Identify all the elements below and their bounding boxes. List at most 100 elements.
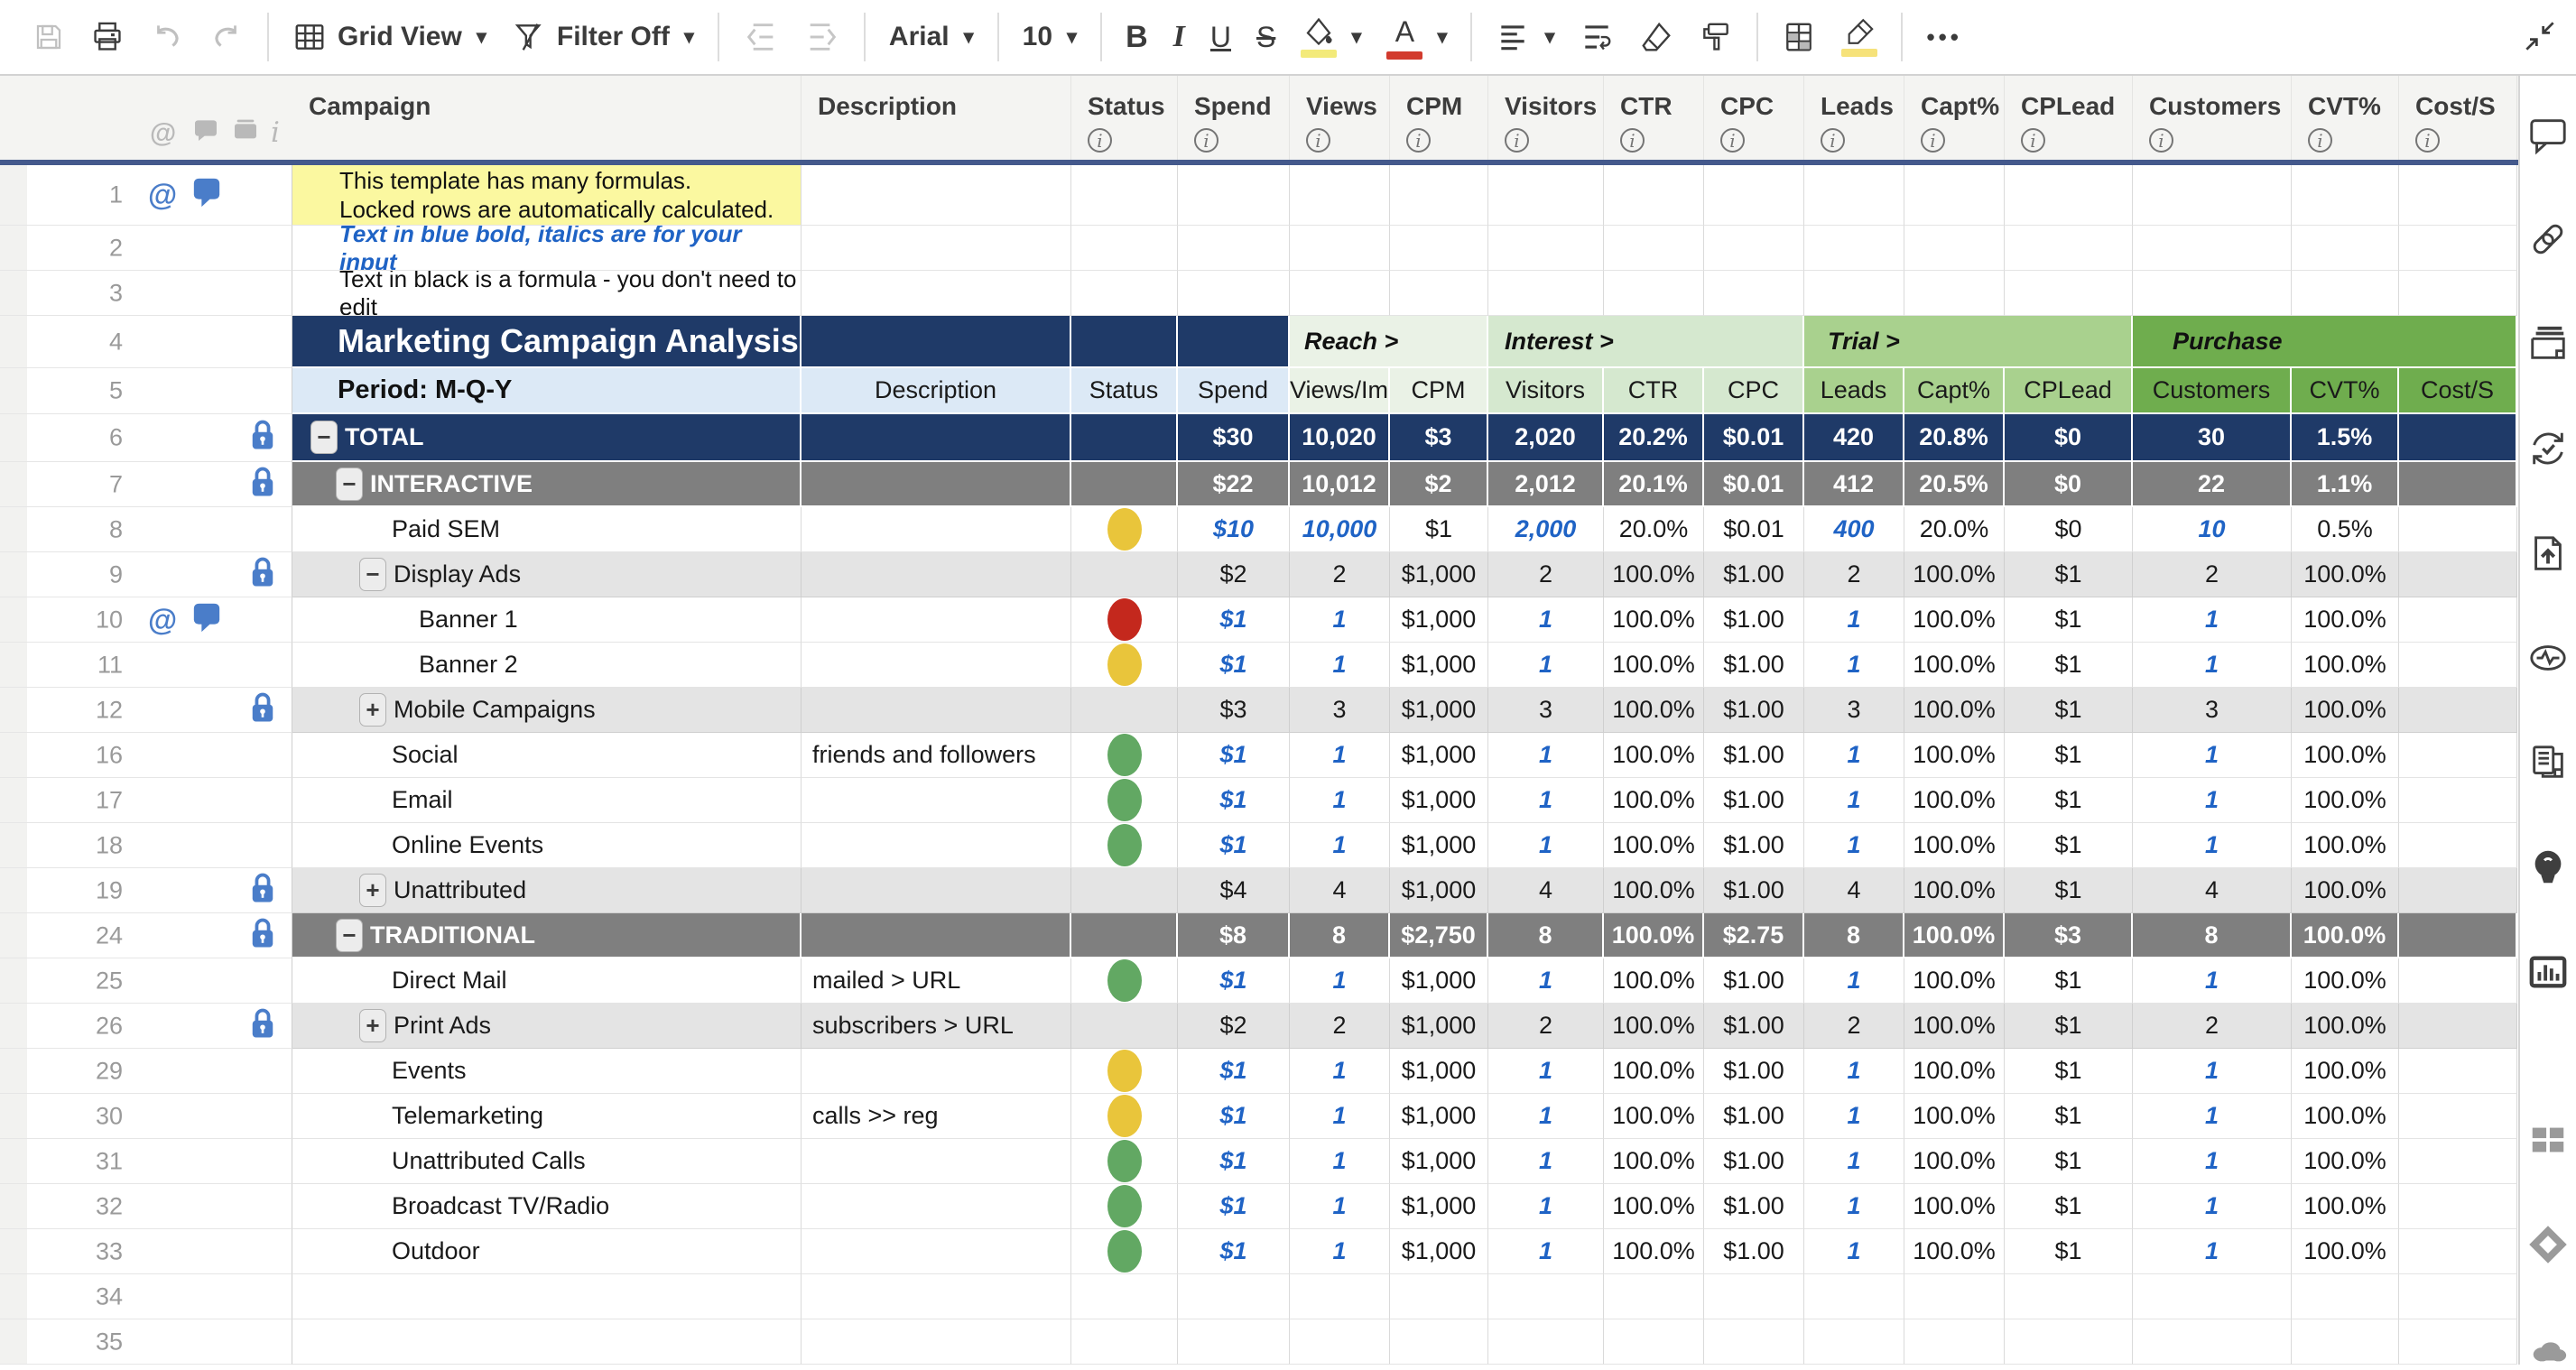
cell-cost[interactable] (2399, 1229, 2517, 1274)
cell-capt[interactable]: 20.8% (1904, 414, 2005, 462)
cell-spend[interactable]: $1 (1178, 597, 1290, 643)
cell-cvt[interactable] (2292, 271, 2399, 316)
column-header-ctr[interactable]: CTRi (1604, 76, 1704, 160)
cell-capt[interactable] (1904, 165, 2005, 226)
row-gutter[interactable]: 12 (0, 688, 292, 733)
cell-capt[interactable]: 100.0% (1904, 1004, 2005, 1049)
cell-visitors[interactable] (1488, 226, 1604, 271)
cell-views[interactable] (1290, 226, 1390, 271)
cell-description[interactable] (802, 1184, 1071, 1229)
cell-capt[interactable]: 100.0% (1904, 733, 2005, 778)
cell-cplead[interactable] (2005, 1274, 2133, 1319)
cell-cplead[interactable]: $1 (2005, 1049, 2133, 1094)
cell-ctr[interactable]: 20.2% (1604, 414, 1704, 462)
cell-cvt[interactable]: 0.5% (2292, 507, 2399, 552)
cell-ctr[interactable]: 100.0% (1604, 1004, 1704, 1049)
cell-spend[interactable]: $1 (1178, 823, 1290, 868)
cell-customers[interactable]: 2 (2133, 552, 2292, 597)
cell-cpm[interactable]: $1,000 (1390, 1049, 1488, 1094)
cell-customers[interactable]: 1 (2133, 823, 2292, 868)
cell-customers[interactable]: 30 (2133, 414, 2292, 462)
cell-leads[interactable] (1804, 1274, 1904, 1319)
cell-description[interactable] (802, 316, 1071, 368)
row-gutter[interactable]: 9 (0, 552, 292, 597)
cell-cpm[interactable] (1390, 1319, 1488, 1365)
underline-button[interactable]: U (1210, 21, 1231, 54)
row-gutter[interactable]: 7 (0, 462, 292, 507)
expand-button[interactable]: + (359, 874, 386, 907)
cell-spend[interactable] (1178, 226, 1290, 271)
comment-column-icon[interactable] (191, 116, 220, 149)
cell-views[interactable]: 2 (1290, 552, 1390, 597)
cell-visitors[interactable]: 1 (1488, 778, 1604, 823)
cell-spend[interactable] (1178, 165, 1290, 226)
cell-ctr[interactable] (1604, 1319, 1704, 1365)
cell-status[interactable] (1071, 414, 1178, 462)
comment-icon[interactable] (191, 601, 222, 639)
collapse-toolbar-button[interactable] (2520, 16, 2560, 60)
view-selector[interactable]: Grid View▾ (292, 20, 486, 54)
cell-cpm[interactable] (1390, 271, 1488, 316)
cell-cvt[interactable]: 100.0% (2292, 688, 2399, 733)
cell-leads[interactable]: 1 (1804, 823, 1904, 868)
print-button[interactable] (90, 20, 125, 54)
cell-campaign[interactable]: Text in black is a formula - you don't n… (292, 271, 802, 316)
cell-customers[interactable]: 1 (2133, 778, 2292, 823)
cell-spend[interactable] (1178, 316, 1290, 368)
cell-status[interactable] (1071, 733, 1178, 778)
cell-spend[interactable]: $2 (1178, 1004, 1290, 1049)
cell-description[interactable] (802, 226, 1071, 271)
cell-customers[interactable]: 1 (2133, 1184, 2292, 1229)
cell-status[interactable] (1071, 271, 1178, 316)
cell-description[interactable] (802, 597, 1071, 643)
cell-views[interactable]: 8 (1290, 913, 1390, 958)
cell-description[interactable]: friends and followers (802, 733, 1071, 778)
cell-visitors[interactable]: 1 (1488, 958, 1604, 1004)
cell-cost[interactable] (2399, 1004, 2517, 1049)
row-gutter[interactable]: 35 (0, 1319, 292, 1365)
cell-campaign[interactable]: Events (292, 1049, 802, 1094)
cell-visitors[interactable]: 4 (1488, 868, 1604, 913)
cell-cpc[interactable]: $0.01 (1704, 462, 1804, 507)
cell-customers[interactable]: 1 (2133, 1094, 2292, 1139)
cell-campaign[interactable]: Period: M-Q-Y (292, 368, 802, 414)
cell-cpm[interactable] (1390, 1274, 1488, 1319)
cell-cost[interactable] (2399, 1184, 2517, 1229)
cell-capt[interactable]: 100.0% (1904, 688, 2005, 733)
cell-description[interactable] (802, 1229, 1071, 1274)
cell-cost[interactable] (2399, 462, 2517, 507)
cell-cpc[interactable]: $1.00 (1704, 1184, 1804, 1229)
cell-visitors[interactable] (1488, 1274, 1604, 1319)
cell-campaign[interactable]: Banner 1 (292, 597, 802, 643)
cell-cpm[interactable]: $1,000 (1390, 823, 1488, 868)
cell-cost[interactable] (2399, 507, 2517, 552)
cell-cost[interactable] (2399, 733, 2517, 778)
cell-campaign[interactable] (292, 1274, 802, 1319)
cell-leads[interactable]: 1 (1804, 733, 1904, 778)
cell-capt[interactable]: 100.0% (1904, 913, 2005, 958)
column-header-capt[interactable]: Capt%i (1904, 76, 2005, 160)
cell-cplead[interactable]: CPLead (2005, 368, 2133, 414)
cell-leads[interactable] (1804, 271, 1904, 316)
cell-cost[interactable] (2399, 1319, 2517, 1365)
info-icon[interactable]: i (1620, 128, 1645, 153)
cell-status[interactable] (1071, 1094, 1178, 1139)
cell-cpc[interactable]: $1.00 (1704, 958, 1804, 1004)
cell-status[interactable] (1071, 226, 1178, 271)
filter-selector[interactable]: Filter Off▾ (512, 20, 694, 54)
cell-ctr[interactable]: 100.0% (1604, 913, 1704, 958)
cell-ctr[interactable] (1604, 226, 1704, 271)
funnel-trial[interactable]: Trial > (1804, 316, 2133, 368)
cell-capt[interactable]: 100.0% (1904, 868, 2005, 913)
cell-spend[interactable]: $1 (1178, 1184, 1290, 1229)
cell-cpm[interactable] (1390, 226, 1488, 271)
update-requests-icon[interactable] (2527, 428, 2569, 469)
cell-cplead[interactable] (2005, 1319, 2133, 1365)
cell-cplead[interactable]: $0 (2005, 507, 2133, 552)
row-gutter[interactable]: 18 (0, 823, 292, 868)
expand-button[interactable]: + (359, 693, 386, 727)
cell-cplead[interactable]: $1 (2005, 778, 2133, 823)
cell-cplead[interactable]: $0 (2005, 462, 2133, 507)
cell-description[interactable] (802, 1139, 1071, 1184)
cell-cost[interactable] (2399, 552, 2517, 597)
